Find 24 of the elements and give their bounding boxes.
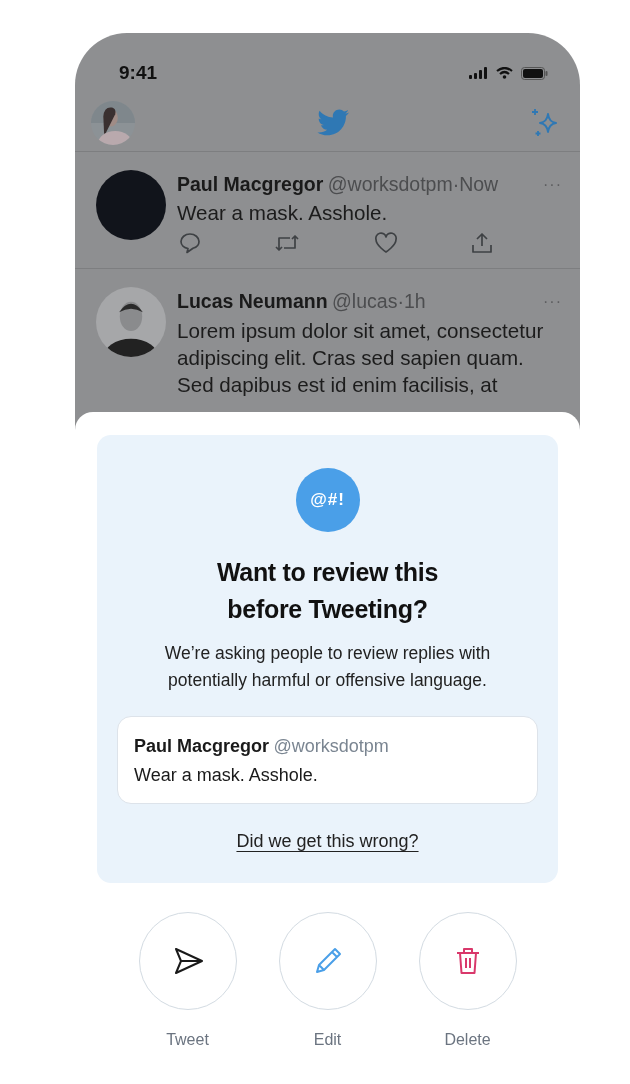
status-time: 9:41	[119, 60, 158, 85]
prompt-title: Want to review this before Tweeting?	[215, 557, 440, 625]
action-label: Edit	[313, 1030, 342, 1050]
reply-text: Wear a mask. Asshole.	[134, 764, 319, 787]
tweet-meta: @worksdotpm·Now	[327, 173, 499, 195]
feedback-link[interactable]: Did we get this wrong?	[236, 828, 419, 855]
wifi-icon	[496, 67, 513, 79]
author-handle: @worksdotpm	[273, 736, 389, 756]
author-name[interactable]: Paul Macgregor	[177, 173, 324, 195]
tweet-text: Lorem ipsum dolor sit amet, consectetur adipiscing elit. Cras sed sapien quam. Sed dapibus est id enim facilisis, at	[177, 317, 545, 398]
action-label: Tweet	[166, 1030, 209, 1050]
prompt-description: We’re asking people to review replies with potentially harmful or offensive language.	[163, 642, 492, 692]
symbols-icon: @#!	[295, 468, 360, 532]
signal-icon	[469, 67, 488, 79]
tweet-text: Wear a mask. Asshole.	[177, 200, 389, 227]
battery-icon	[521, 66, 548, 80]
reply-icon[interactable]	[179, 232, 201, 255]
heart-icon[interactable]	[373, 232, 398, 255]
share-icon[interactable]	[471, 232, 493, 255]
tweet-meta: @lucas·1h	[332, 290, 426, 313]
author-name: Paul Macgregor	[134, 736, 270, 756]
author-name[interactable]: Lucas Neumann	[177, 290, 328, 313]
action-label: Delete	[444, 1030, 491, 1050]
bird-icon	[315, 109, 350, 137]
